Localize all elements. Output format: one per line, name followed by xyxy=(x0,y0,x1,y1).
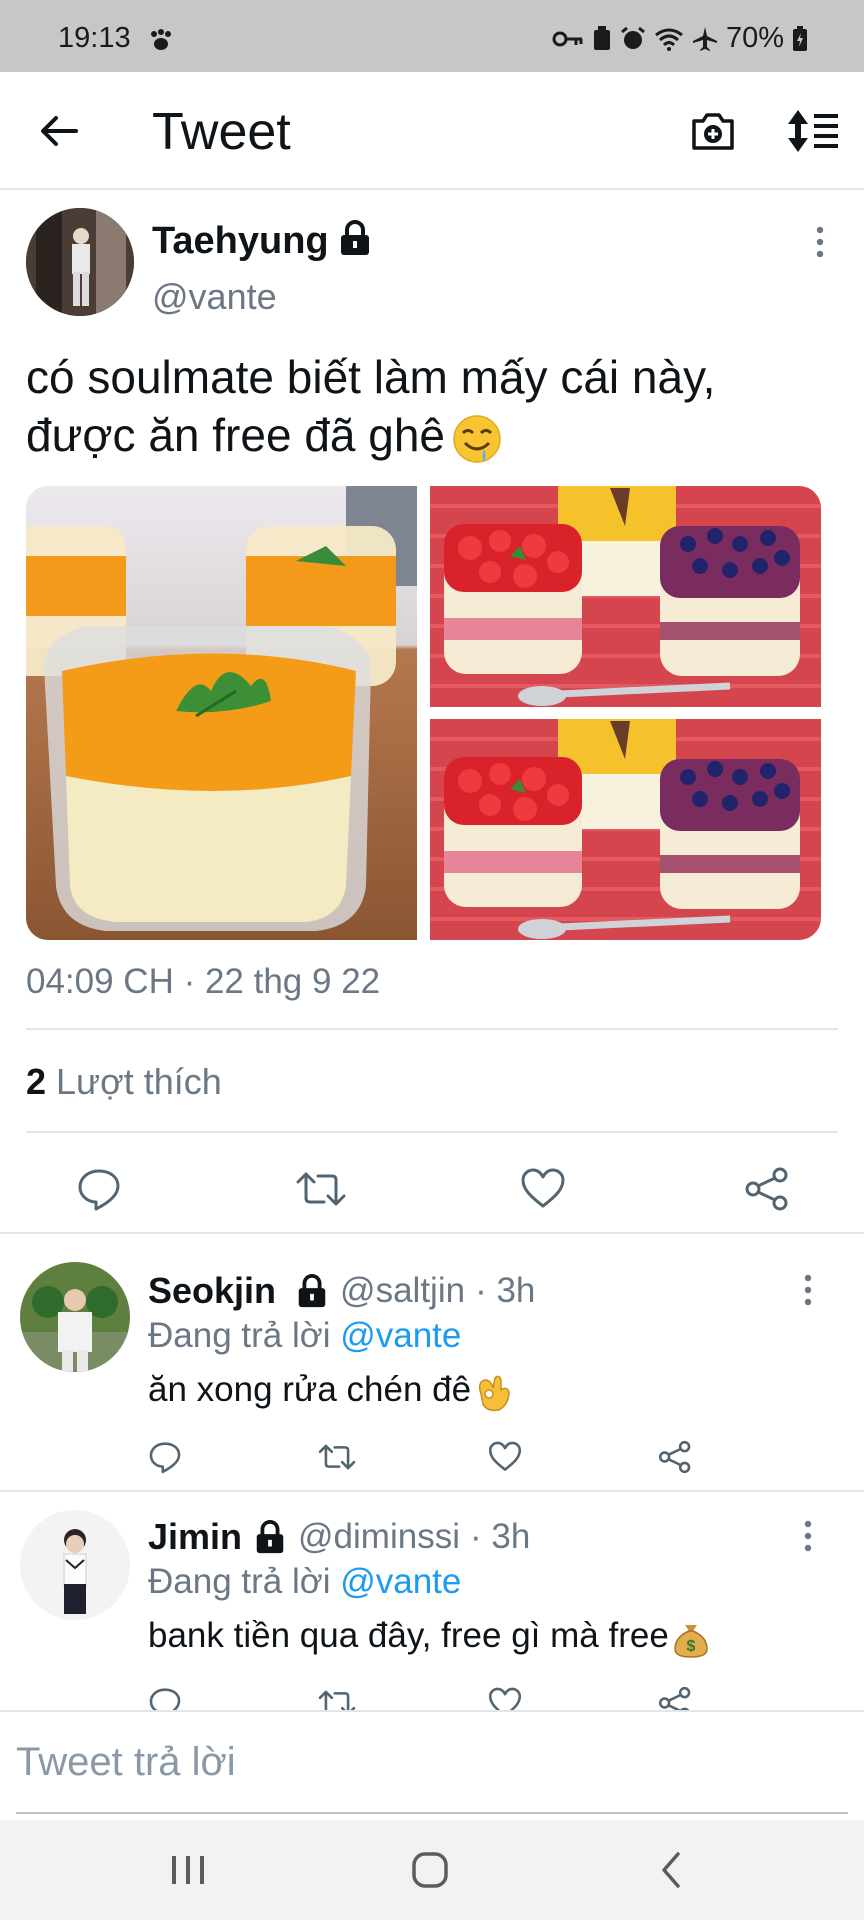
lock-icon xyxy=(298,1274,326,1308)
reply-mention-link[interactable]: @vante xyxy=(340,1562,461,1601)
key-icon xyxy=(552,31,583,46)
reply-header: Jimin @diminssi · 3h xyxy=(148,1516,530,1558)
reply-time: · 3h xyxy=(469,1517,531,1556)
alarm-icon xyxy=(621,26,645,49)
reply-header: Seokjin @saltjin · 3h xyxy=(148,1270,535,1312)
camera-icon[interactable] xyxy=(688,106,738,156)
divider xyxy=(26,1131,838,1133)
likes-label: Lượt thích xyxy=(46,1061,222,1102)
retweet-icon[interactable] xyxy=(296,1172,346,1206)
recent-apps-icon[interactable] xyxy=(158,1848,218,1892)
reply-icon[interactable] xyxy=(76,1166,122,1212)
status-time: 19:13 xyxy=(58,22,131,54)
reply-avatar-seokjin[interactable] xyxy=(20,1262,130,1372)
like-heart-icon[interactable] xyxy=(520,1166,566,1212)
home-icon[interactable] xyxy=(400,1848,460,1892)
app-bar: Tweet xyxy=(0,72,864,190)
status-bar: 19:13 70% xyxy=(0,0,864,72)
ok-hand-emoji-icon xyxy=(479,1375,510,1411)
system-nav-bar xyxy=(0,1820,864,1920)
lock-icon xyxy=(256,1520,284,1554)
divider xyxy=(26,1028,838,1030)
reply-mention-link[interactable]: @vante xyxy=(340,1316,461,1355)
reply-author-name[interactable]: Jimin xyxy=(148,1516,242,1558)
share-icon[interactable] xyxy=(744,1166,790,1212)
author-handle[interactable]: @vante xyxy=(152,276,277,318)
reply-handle[interactable]: @diminssi xyxy=(298,1517,460,1557)
retweet-icon[interactable] xyxy=(318,1440,356,1474)
tweet-text-line-2: được ăn free đã ghê xyxy=(26,409,446,461)
paw-icon xyxy=(151,29,171,50)
battery-icon xyxy=(793,25,807,51)
replying-to: Đang trả lời @vante xyxy=(148,1562,461,1602)
divider xyxy=(0,1490,864,1492)
reply-icon[interactable] xyxy=(148,1440,182,1474)
media-image-mango-panna-cotta[interactable] xyxy=(26,486,417,940)
sort-icon[interactable] xyxy=(786,106,842,156)
system-back-icon[interactable] xyxy=(642,1848,702,1892)
reply-text: ăn xong rửa chén đê xyxy=(148,1370,513,1412)
lock-icon xyxy=(341,220,369,255)
reply-time: · 3h xyxy=(475,1271,536,1310)
reply-author-name[interactable]: Seokjin xyxy=(148,1270,276,1312)
reply-text-body: bank tiền qua đây, free gì mà free xyxy=(148,1616,669,1655)
back-arrow-icon[interactable] xyxy=(36,108,82,154)
likes-summary[interactable]: 2 Lượt thích xyxy=(26,1061,222,1103)
airplane-icon xyxy=(692,26,717,51)
reply-handle[interactable]: @saltjin xyxy=(340,1271,465,1311)
wifi-icon xyxy=(655,28,683,51)
more-options-icon[interactable] xyxy=(794,1272,822,1308)
input-underline xyxy=(16,1812,848,1814)
author-avatar[interactable] xyxy=(26,208,134,316)
divider xyxy=(0,1232,864,1234)
reply-text-body: ăn xong rửa chén đê xyxy=(148,1370,472,1409)
more-options-icon[interactable] xyxy=(794,1518,822,1554)
like-heart-icon[interactable] xyxy=(488,1440,522,1474)
tweet-timestamp: 04:09 CH · 22 thg 9 22 xyxy=(26,962,381,1001)
reply-text: bank tiền qua đây, free gì mà free $ xyxy=(148,1616,711,1659)
recycle-icon xyxy=(593,25,610,50)
replying-prefix: Đang trả lời xyxy=(148,1562,341,1601)
tweet-actions xyxy=(0,1160,864,1220)
media-image-berry-panna-cotta[interactable] xyxy=(430,486,821,707)
replying-to: Đang trả lời @vante xyxy=(148,1316,461,1356)
reply-avatar-jimin[interactable] xyxy=(20,1510,130,1620)
tweet-media[interactable] xyxy=(26,486,821,940)
svg-text:$: $ xyxy=(686,1638,695,1655)
reply-compose-bar xyxy=(0,1710,864,1820)
tweet-text-line-1: có soulmate biết làm mấy cái này, xyxy=(26,351,716,403)
likes-count: 2 xyxy=(26,1061,47,1102)
page-title: Tweet xyxy=(152,103,291,161)
tweet-text: có soulmate biết làm mấy cái này, được ă… xyxy=(26,348,826,465)
status-icons: 70% xyxy=(552,22,808,55)
share-icon[interactable] xyxy=(658,1440,692,1474)
author-photo xyxy=(26,208,134,316)
reply-input[interactable] xyxy=(16,1732,846,1792)
media-image-berry-panna-cotta-2[interactable] xyxy=(430,719,821,940)
more-options-icon[interactable] xyxy=(806,224,834,260)
battery-percent: 70% xyxy=(725,22,784,54)
money-bag-emoji-icon: $ xyxy=(674,1624,708,1658)
replying-prefix: Đang trả lời xyxy=(148,1316,341,1355)
author-name[interactable]: Taehyung xyxy=(152,220,329,263)
tweet-text-line-2-wrap: được ăn free đã ghê xyxy=(26,406,826,465)
drooling-face-emoji-icon xyxy=(453,415,501,463)
